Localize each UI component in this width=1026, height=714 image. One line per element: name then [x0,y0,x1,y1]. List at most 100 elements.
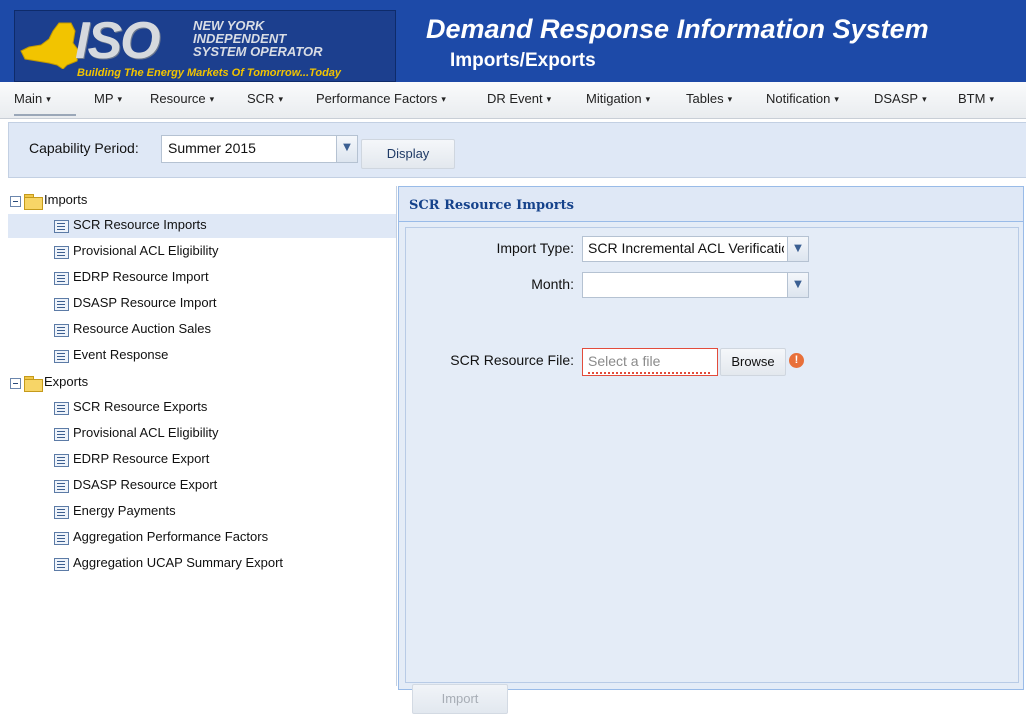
tree-item-dsasp-resource-import[interactable]: DSASP Resource Import [8,292,396,316]
folder-icon [24,194,43,210]
chevron-down-icon: ▾ [209,94,215,104]
browse-button[interactable]: Browse [720,348,786,376]
menu-scr-label: SCR [247,91,275,106]
collapse-icon[interactable] [10,196,21,207]
app-header: ISO NEW YORK INDEPENDENT SYSTEM OPERATOR… [0,0,1026,82]
report-icon [54,402,69,415]
navigation-tree: Imports SCR Resource Imports Provisional… [8,186,397,686]
chevron-down-icon[interactable]: ▼ [336,136,357,162]
capability-period-value: Summer 2015 [168,140,256,156]
chevron-down-icon: ▾ [441,94,446,104]
tree-item-scr-resource-exports[interactable]: SCR Resource Exports [8,396,396,420]
tree-item-dsasp-resource-export[interactable]: DSASP Resource Export [8,474,396,498]
report-icon [54,532,69,545]
capability-period-label: Capability Period: [29,140,139,156]
tree-item-label: Resource Auction Sales [73,321,212,336]
chevron-down-icon: ▾ [922,94,927,104]
chevron-down-icon: ▾ [989,94,994,104]
chevron-down-icon[interactable]: ▼ [787,237,808,261]
chevron-down-icon: ▾ [645,94,651,104]
display-button[interactable]: Display [361,139,455,169]
page-subtitle: Imports/Exports [450,50,596,71]
capability-toolbar: Capability Period: Summer 2015 ▼ Display [8,122,1026,178]
nyiso-logo: ISO NEW YORK INDEPENDENT SYSTEM OPERATOR… [14,10,396,82]
menu-btm[interactable]: BTM ▾ [958,91,994,106]
menu-notification-label: Notification [766,91,831,106]
tree-item-label: Event Response [73,347,169,362]
menu-mp-label: MP [94,91,114,106]
menu-mp[interactable]: MP ▾ [94,91,122,106]
tree-item-aggregation-performance-factors[interactable]: Aggregation Performance Factors [8,526,396,550]
menu-dr-event[interactable]: DR Event ▾ [487,91,551,106]
month-select[interactable]: ▼ [582,272,809,298]
chevron-down-icon: ▾ [546,94,552,104]
tree-item-resource-auction-sales[interactable]: Resource Auction Sales [8,318,396,342]
logo-iso-text: ISO [75,12,161,70]
tree-item-energy-payments[interactable]: Energy Payments [8,500,396,524]
tree-item-label: SCR Resource Exports [73,399,208,414]
panel-title: SCR Resource Imports [409,198,574,213]
report-icon [54,454,69,467]
tree-item-label: Provisional ACL Eligibility [73,425,219,440]
tree-folder-label: Exports [44,374,89,389]
tree-item-label: Aggregation Performance Factors [73,529,269,544]
report-icon [54,324,69,337]
menu-dr-event-label: DR Event [487,91,543,106]
chevron-down-icon: ▾ [46,94,51,104]
menu-mitigation[interactable]: Mitigation ▾ [586,91,650,106]
tree-item-edrp-resource-export[interactable]: EDRP Resource Export [8,448,396,472]
menu-notification[interactable]: Notification ▾ [766,91,839,106]
validation-underline [588,372,712,374]
tree-item-edrp-resource-import[interactable]: EDRP Resource Import [8,266,396,290]
tree-item-label: EDRP Resource Export [73,451,210,466]
chevron-down-icon: ▾ [117,94,123,104]
new-york-state-icon [20,22,80,69]
report-icon [54,246,69,259]
tree-item-aggregation-ucap-summary-export[interactable]: Aggregation UCAP Summary Export [8,552,396,576]
menu-tables-label: Tables [686,91,724,106]
import-type-value: SCR Incremental ACL Verificatio [588,240,784,256]
menu-main[interactable]: Main ▾ [14,91,51,106]
tree-item-provisional-acl-eligibility-import[interactable]: Provisional ACL Eligibility [8,240,396,264]
report-icon [54,480,69,493]
panel-header: SCR Resource Imports [399,187,1023,222]
active-menu-indicator [14,114,76,116]
tree-item-label: DSASP Resource Import [73,295,217,310]
chevron-down-icon: ▾ [727,94,733,104]
tree-item-label: DSASP Resource Export [73,477,218,492]
scr-resource-imports-panel: SCR Resource Imports Import Type: SCR In… [398,186,1024,714]
tree-folder-exports[interactable]: Exports [10,374,390,396]
file-input-placeholder: Select a file [588,353,661,369]
import-type-select[interactable]: SCR Incremental ACL Verificatio ▼ [582,236,809,262]
tree-folder-imports[interactable]: Imports [10,192,390,214]
tree-item-event-response[interactable]: Event Response [8,344,396,368]
collapse-icon[interactable] [10,378,21,389]
chevron-down-icon[interactable]: ▼ [787,273,808,297]
import-button[interactable]: Import [412,684,508,714]
logo-organization-name: NEW YORK INDEPENDENT SYSTEM OPERATOR [193,18,323,59]
capability-period-select[interactable]: Summer 2015 ▼ [161,135,358,163]
tree-item-scr-resource-imports[interactable]: SCR Resource Imports [8,214,396,238]
report-icon [54,558,69,571]
menu-resource[interactable]: Resource ▾ [150,91,214,106]
menu-resource-label: Resource [150,91,206,106]
report-icon [54,428,69,441]
tree-item-provisional-acl-eligibility-export[interactable]: Provisional ACL Eligibility [8,422,396,446]
report-icon [54,272,69,285]
tree-folder-label: Imports [44,192,88,207]
report-icon [54,298,69,311]
menu-scr[interactable]: SCR ▾ [247,91,283,106]
scr-resource-file-input[interactable]: Select a file [582,348,718,376]
menu-main-label: Main [14,91,43,106]
error-icon: ! [789,353,804,368]
report-icon [54,506,69,519]
import-type-label: Import Type: [496,240,574,256]
menu-btm-label: BTM [958,91,986,106]
main-menu-bar: Main ▾ MP ▾ Resource ▾ SCR ▾ Performance Fac… [0,82,1026,119]
menu-dsasp[interactable]: DSASP ▾ [874,91,927,106]
menu-tables[interactable]: Tables ▾ [686,91,732,106]
chevron-down-icon: ▾ [834,94,839,104]
scr-resource-file-label: SCR Resource File: [450,352,574,368]
chevron-down-icon: ▾ [278,94,283,104]
menu-performance-factors[interactable]: Performance Factors ▾ [316,91,446,106]
